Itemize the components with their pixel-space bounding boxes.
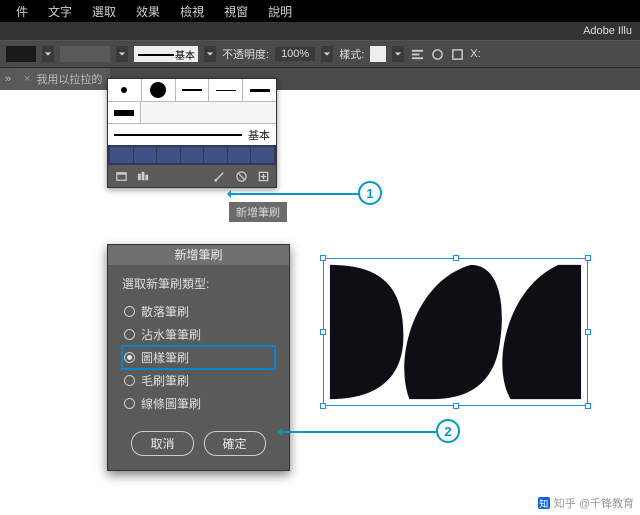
selection-handle[interactable] — [585, 329, 591, 335]
opacity-dropdown[interactable] — [321, 46, 333, 62]
radio-icon — [124, 375, 135, 386]
fill-swatch[interactable] — [6, 46, 36, 62]
selection-handle[interactable] — [453, 403, 459, 409]
selected-artwork[interactable] — [323, 258, 588, 406]
menu-select[interactable]: 選取 — [92, 3, 116, 20]
option-art-brush[interactable]: 線條圖筆刷 — [122, 392, 275, 415]
option-label: 圖樣筆刷 — [141, 349, 189, 366]
brush-thumb[interactable] — [176, 79, 210, 101]
delete-brush-icon[interactable] — [234, 169, 248, 183]
menubar: 件 文字 選取 效果 檢視 視窗 說明 — [0, 0, 640, 22]
option-label: 線條圖筆刷 — [141, 395, 201, 412]
document-tab-row: » × 我用以拉拉的 — [0, 68, 640, 90]
annotation-step-2: 2 — [436, 419, 460, 443]
brush-thumb[interactable] — [142, 79, 176, 101]
watermark-text: 知乎 @千锋教育 — [554, 495, 634, 511]
ok-button[interactable]: 確定 — [204, 431, 266, 456]
app-title: Adobe Illu — [583, 25, 632, 37]
style-label: 樣式: — [339, 46, 364, 62]
opacity-label: 不透明度: — [222, 46, 269, 62]
option-label: 毛刷筆刷 — [141, 372, 189, 389]
watermark: 知 知乎 @千锋教育 — [538, 495, 634, 511]
annotation-arrow-1 — [229, 193, 359, 195]
brush-thumb[interactable] — [243, 79, 276, 101]
artwork-shape — [330, 265, 581, 399]
opacity-value[interactable]: 100% — [275, 47, 315, 61]
dialog-title: 新增筆刷 — [108, 245, 289, 265]
new-brush-icon[interactable] — [256, 169, 270, 183]
selection-handle[interactable] — [320, 255, 326, 261]
new-brush-dialog: 新增筆刷 選取新筆刷類型: 散落筆刷 沾水筆筆刷 圖樣筆刷 毛刷筆刷 線條圖筆刷… — [107, 244, 290, 471]
style-dropdown[interactable] — [392, 46, 404, 62]
brush-thumb[interactable] — [108, 102, 141, 123]
app-titlebar: Adobe Illu — [0, 22, 640, 40]
brush-definition-dropdown[interactable] — [204, 46, 216, 62]
brushes-panel-footer — [108, 165, 276, 187]
selection-handle[interactable] — [320, 329, 326, 335]
close-tab-icon[interactable]: × — [24, 73, 30, 85]
stroke-swatch[interactable] — [60, 46, 110, 62]
control-bar: 基本 不透明度: 100% 樣式: X: — [0, 40, 640, 68]
brushes-panel: 基本 — [107, 78, 277, 188]
stroke-dropdown[interactable] — [116, 46, 128, 62]
annotation-arrow-2 — [280, 431, 436, 433]
zhihu-logo-icon: 知 — [538, 497, 550, 509]
radio-icon — [124, 398, 135, 409]
new-brush-tooltip: 新增筆刷 — [229, 202, 287, 222]
stroke-options-icon[interactable] — [212, 169, 226, 183]
brush-thumb-row — [108, 79, 276, 101]
brush-lib-icon[interactable] — [114, 169, 128, 183]
option-label: 沾水筆筆刷 — [141, 326, 201, 343]
radio-icon — [124, 352, 135, 363]
selection-handle[interactable] — [320, 403, 326, 409]
menu-help[interactable]: 說明 — [268, 3, 292, 20]
document-tab-title: 我用以拉拉的 — [36, 71, 102, 87]
brush-thumb-row — [108, 101, 276, 123]
selection-handle[interactable] — [585, 255, 591, 261]
x-label: X: — [470, 48, 480, 60]
recolor-icon[interactable] — [430, 47, 444, 61]
option-pattern-brush[interactable]: 圖樣筆刷 — [122, 346, 275, 369]
menu-type[interactable]: 文字 — [48, 3, 72, 20]
brush-definition-label: 基本 — [175, 47, 195, 62]
brush-pattern-preview[interactable] — [108, 145, 276, 165]
document-tab[interactable]: × 我用以拉拉的 — [16, 68, 110, 90]
selection-handle[interactable] — [585, 403, 591, 409]
tab-overflow-grip[interactable]: » — [0, 68, 16, 90]
radio-icon — [124, 306, 135, 317]
option-label: 散落筆刷 — [141, 303, 189, 320]
cancel-button[interactable]: 取消 — [131, 431, 193, 456]
menu-file[interactable]: 件 — [16, 3, 28, 20]
option-bristle-brush[interactable]: 毛刷筆刷 — [122, 369, 275, 392]
annotation-step-1: 1 — [358, 181, 382, 205]
selection-handle[interactable] — [453, 255, 459, 261]
style-swatch[interactable] — [370, 46, 386, 62]
dialog-prompt: 選取新筆刷類型: — [122, 275, 275, 292]
brush-definition-well[interactable]: 基本 — [134, 46, 198, 62]
brush-basic-label: 基本 — [248, 127, 270, 143]
brush-basic-row[interactable]: 基本 — [108, 123, 276, 145]
brush-thumb[interactable] — [108, 79, 142, 101]
option-calligraphic-brush[interactable]: 沾水筆筆刷 — [122, 323, 275, 346]
brush-thumb[interactable] — [209, 79, 243, 101]
option-scatter-brush[interactable]: 散落筆刷 — [122, 300, 275, 323]
align-left-icon[interactable] — [410, 47, 424, 61]
menu-effect[interactable]: 效果 — [136, 3, 160, 20]
fill-dropdown[interactable] — [42, 46, 54, 62]
libraries-icon[interactable] — [136, 169, 150, 183]
menu-view[interactable]: 檢視 — [180, 3, 204, 20]
radio-icon — [124, 329, 135, 340]
menu-window[interactable]: 視窗 — [224, 3, 248, 20]
transform-icon[interactable] — [450, 47, 464, 61]
